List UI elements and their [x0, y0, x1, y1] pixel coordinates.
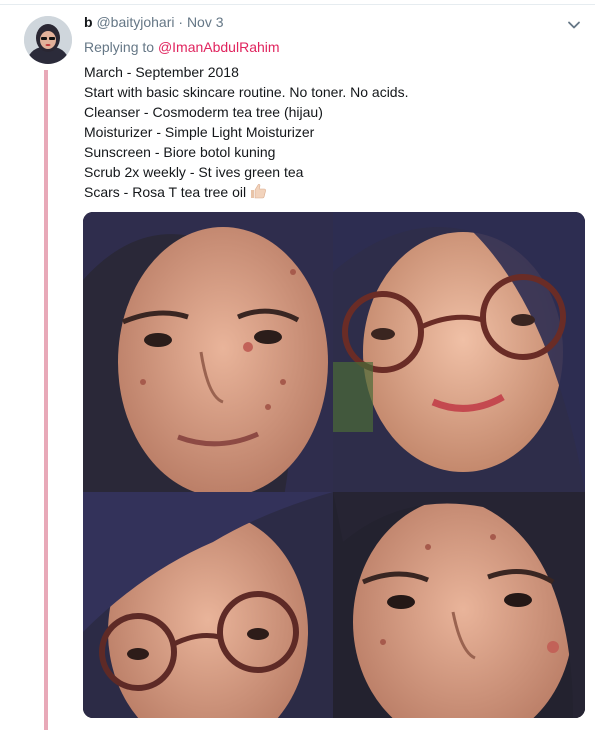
tweet-line: Scrub 2x weekly - St ives green tea	[84, 164, 304, 180]
tweet-line-last: Scars - Rosa T tea tree oil	[84, 182, 584, 204]
user-handle[interactable]: @baityjohari	[96, 14, 174, 30]
photo-bottom-right[interactable]	[333, 492, 585, 718]
display-name[interactable]: b	[84, 14, 93, 30]
reply-mention-link[interactable]: @ImanAbdulRahim	[158, 39, 280, 55]
replying-to: Replying to @ImanAbdulRahim	[84, 38, 280, 56]
tweet-line: Start with basic skincare routine. No to…	[84, 84, 409, 100]
tweet-line-text: Scars - Rosa T tea tree oil	[84, 184, 247, 200]
tweet-line: Sunscreen - Biore botol kuning	[84, 144, 276, 160]
replying-prefix: Replying to	[84, 39, 155, 55]
chevron-down-icon[interactable]	[566, 17, 582, 33]
tweet-line: Cleanser - Cosmoderm tea tree (hijau)	[84, 104, 323, 120]
avatar[interactable]	[24, 16, 72, 64]
tweet-date[interactable]: Nov 3	[187, 14, 224, 30]
separator-dot: ·	[178, 14, 184, 30]
tweet-line: Moisturizer - Simple Light Moisturizer	[84, 124, 315, 140]
thread-line	[44, 70, 48, 730]
tweet-text: March - September 2018 Start with basic …	[84, 62, 584, 204]
photo-top-left[interactable]	[83, 212, 333, 502]
photo-top-right[interactable]	[333, 212, 585, 492]
top-divider	[0, 4, 595, 5]
photo-bottom-left[interactable]	[83, 492, 333, 718]
tweet-header: b @baityjohari · Nov 3	[84, 13, 224, 31]
thumbs-up-emoji	[249, 183, 267, 204]
tweet-line: March - September 2018	[84, 64, 239, 80]
media-collage[interactable]	[83, 212, 585, 718]
